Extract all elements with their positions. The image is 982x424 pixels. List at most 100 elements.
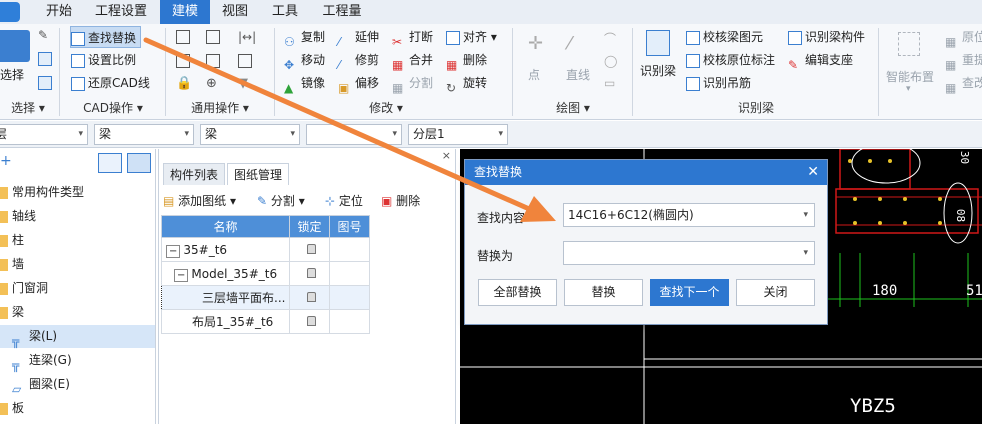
lock-icon[interactable]: [307, 243, 316, 254]
table-row[interactable]: 三层墙平面布...: [161, 285, 370, 310]
lock-icon[interactable]: [307, 267, 316, 278]
column-label: YBZ5: [850, 395, 896, 417]
close-icon[interactable]: ×: [442, 149, 451, 162]
detail-view-icon[interactable]: [127, 153, 151, 173]
break-button[interactable]: ✂ 打断: [392, 26, 433, 49]
identify-beam-button[interactable]: 识别梁: [640, 60, 676, 82]
replace-button[interactable]: 替换: [564, 279, 643, 306]
circle-icon[interactable]: ◯: [604, 54, 617, 68]
find-field[interactable]: 14C16+6C12(椭圆内) ▾: [563, 203, 815, 227]
check-modify-button[interactable]: ▦ 查改: [945, 72, 982, 95]
restore-cad-button[interactable]: 还原CAD线: [71, 72, 150, 94]
split-button[interactable]: ▦ 分割: [392, 72, 433, 95]
tab-component-list[interactable]: 构件列表: [163, 163, 226, 185]
sublayer-select[interactable]: 分层1 ▾: [408, 124, 508, 145]
menu-tab-view[interactable]: 视图: [214, 0, 256, 24]
identify-beam-icon[interactable]: [646, 30, 670, 56]
component-subtype-select[interactable]: 梁 ▾: [200, 124, 300, 145]
offset-icon: ▣: [338, 80, 350, 95]
pen-icon[interactable]: ✎: [38, 28, 54, 44]
filter-icon[interactable]: [38, 52, 52, 66]
check-beam-drawing-button[interactable]: 校核梁图元: [686, 26, 763, 48]
check-original-annotation-button[interactable]: 校核原位标注: [686, 49, 775, 71]
align-button[interactable]: 对齐 ▾: [446, 26, 497, 48]
rect-icon[interactable]: ▭: [604, 76, 615, 90]
grid-icon[interactable]: [176, 54, 190, 68]
tree-item-beam-folder[interactable]: 梁: [0, 301, 155, 324]
select-button[interactable]: 选择: [0, 64, 24, 86]
smart-layout-button[interactable]: 智能布置: [886, 68, 934, 85]
mirror-button[interactable]: ▲ 镜像: [284, 72, 325, 95]
lock-icon[interactable]: 🔒: [176, 76, 192, 91]
edit-support-button[interactable]: ✎ 编辑支座: [788, 49, 853, 72]
close-button[interactable]: 关闭: [736, 279, 815, 306]
component-name-select[interactable]: ▾: [306, 124, 402, 145]
identify-hanger-button[interactable]: 识别吊筋: [686, 72, 751, 94]
table-row[interactable]: −35#_t6: [161, 237, 370, 262]
in-situ-button[interactable]: ▦ 原位: [945, 26, 982, 49]
delete-drawing-button[interactable]: ▣ 删除: [381, 191, 420, 211]
tree-item-slab[interactable]: 板: [0, 397, 155, 420]
locate-button[interactable]: ⊹ 定位: [325, 191, 363, 211]
tree-item-door-window[interactable]: 门窗洞: [0, 277, 155, 300]
menu-tab-project-settings[interactable]: 工程设置: [88, 0, 154, 24]
rotate-button[interactable]: ↻ 旋转: [446, 72, 487, 95]
offset-button[interactable]: ▣ 偏移: [338, 72, 379, 95]
lock-icon[interactable]: [307, 291, 316, 302]
point-icon[interactable]: ✛: [528, 34, 548, 54]
copy-layer-icon[interactable]: [206, 54, 220, 68]
width-icon[interactable]: |↔|: [238, 30, 256, 44]
list-icon[interactable]: [38, 76, 52, 90]
replace-field[interactable]: ▾: [563, 241, 815, 265]
component-type-select[interactable]: 梁 ▾: [94, 124, 194, 145]
app-logo-icon[interactable]: [0, 2, 20, 22]
point-button[interactable]: 点: [528, 66, 540, 83]
tree-item-axis[interactable]: 轴线: [0, 205, 155, 228]
collapse-icon[interactable]: −: [166, 244, 181, 258]
window-icon[interactable]: [206, 30, 220, 44]
tree-item-column[interactable]: 柱: [0, 229, 155, 252]
find-replace-button[interactable]: 查找替换: [70, 26, 142, 48]
floor-select[interactable]: 首层▾: [0, 124, 88, 145]
tree-item-ring-beam[interactable]: ▱ 圈梁(E): [0, 373, 155, 396]
menu-tab-tools[interactable]: 工具: [264, 0, 306, 24]
merge-button[interactable]: ▦ 合并: [392, 49, 433, 72]
add-drawing-button[interactable]: ▤ 添加图纸 ▾: [163, 191, 236, 211]
move-button[interactable]: ✥ 移动: [284, 49, 325, 72]
pick-icon[interactable]: ⊕: [206, 76, 217, 91]
table-icon[interactable]: [238, 54, 252, 68]
tree-item-common-types[interactable]: 常用构件类型: [0, 181, 155, 204]
menu-tab-modeling[interactable]: 建模: [160, 0, 210, 24]
find-next-button[interactable]: 查找下一个: [650, 279, 729, 306]
trim-button[interactable]: ⁄ 修剪: [338, 49, 379, 72]
tree-item-beam-l[interactable]: ╦ 梁(L): [0, 325, 155, 348]
tree-item-wall[interactable]: 墙: [0, 253, 155, 276]
line-icon[interactable]: ⁄: [568, 34, 588, 54]
table-row[interactable]: 布局1_35#_t6: [161, 309, 370, 334]
tab-drawing-management[interactable]: 图纸管理: [227, 163, 290, 185]
close-icon[interactable]: ✕: [807, 160, 819, 185]
menu-tab-quantities[interactable]: 工程量: [314, 0, 370, 24]
add-icon[interactable]: +: [0, 153, 12, 169]
table-row[interactable]: − Model_35#_t6: [161, 261, 370, 286]
set-scale-button[interactable]: 设置比例: [71, 49, 136, 71]
smart-layout-icon[interactable]: [898, 32, 920, 56]
menu-tab-start[interactable]: 开始: [38, 0, 80, 24]
layer-icon[interactable]: [176, 30, 190, 44]
re-extract-button[interactable]: ▦ 重提: [945, 49, 982, 72]
tree-item-coupling-beam[interactable]: ╦ 连梁(G): [0, 349, 155, 372]
arc-icon[interactable]: ⌒: [604, 30, 616, 47]
extend-button[interactable]: ⁄ 延伸: [338, 26, 379, 49]
chevron-down-icon: ▾: [803, 210, 808, 220]
select-icon[interactable]: [0, 30, 30, 62]
copy-button[interactable]: ⚇ 复制: [284, 26, 325, 49]
delete-button[interactable]: ▦ 删除: [446, 49, 487, 72]
list-view-icon[interactable]: [98, 153, 122, 173]
identify-beam-component-button[interactable]: 识别梁构件: [788, 26, 865, 48]
line-button[interactable]: 直线: [566, 66, 590, 83]
replace-all-button[interactable]: 全部替换: [478, 279, 557, 306]
filter-funnel-icon[interactable]: ▼: [238, 76, 248, 91]
collapse-icon[interactable]: −: [174, 268, 189, 282]
split-drawing-button[interactable]: ✎ 分割 ▾: [257, 191, 305, 211]
lock-icon[interactable]: [307, 315, 316, 326]
